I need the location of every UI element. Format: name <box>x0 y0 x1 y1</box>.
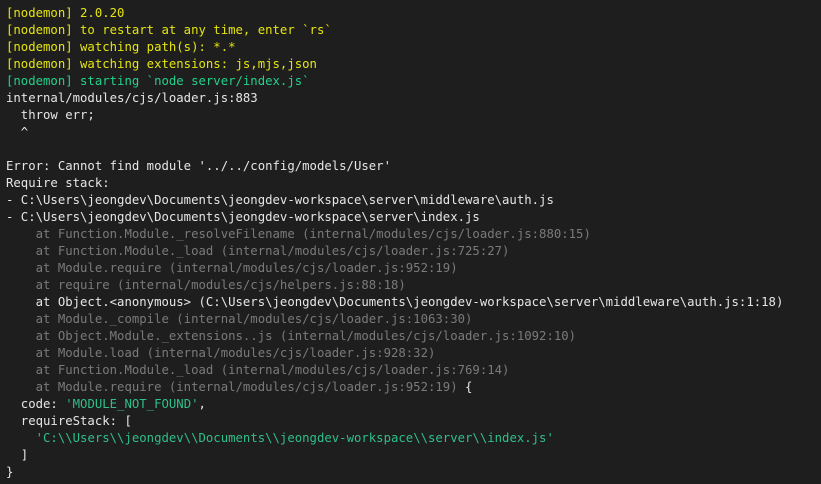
terminal-line-text: } <box>6 465 14 479</box>
terminal-line: code: 'MODULE_NOT_FOUND', <box>6 396 821 413</box>
terminal-line-text: at Object.Module._extensions..js (intern… <box>6 329 577 343</box>
terminal-line-text: [nodemon] 2.0.20 <box>6 6 125 20</box>
terminal-line-text: at Module._compile (internal/modules/cjs… <box>6 312 473 326</box>
terminal-line-text: internal/modules/cjs/loader.js:883 <box>6 91 258 105</box>
terminal-line: } <box>6 464 821 481</box>
terminal-line: [nodemon] watching extensions: js,mjs,js… <box>6 56 821 73</box>
terminal-line-text: Require stack: <box>6 176 110 190</box>
terminal-line-text: - C:\Users\jeongdev\Documents\jeongdev-w… <box>6 210 480 224</box>
terminal-line-text: requireStack: [ <box>6 414 132 428</box>
terminal-line-text: [nodemon] to restart at any time, enter … <box>6 23 332 37</box>
terminal-line: at Function.Module._load (internal/modul… <box>6 243 821 260</box>
terminal-line: - C:\Users\jeongdev\Documents\jeongdev-w… <box>6 209 821 226</box>
terminal-line: - C:\Users\jeongdev\Documents\jeongdev-w… <box>6 192 821 209</box>
terminal-line: [nodemon] starting `node server/index.js… <box>6 73 821 90</box>
terminal-line-text: at Function.Module._resolveFilename (int… <box>6 227 591 241</box>
terminal-line: at Object.Module._extensions..js (intern… <box>6 328 821 345</box>
terminal-line: throw err; <box>6 107 821 124</box>
terminal-line: internal/modules/cjs/loader.js:883 <box>6 90 821 107</box>
terminal-line: Error: Cannot find module '../../config/… <box>6 158 821 175</box>
terminal-line: at Function.Module._load (internal/modul… <box>6 362 821 379</box>
terminal-line-text: ] <box>6 448 29 462</box>
terminal-output[interactable]: [nodemon] 2.0.20 [nodemon] to restart at … <box>0 0 821 484</box>
terminal-line-text: [nodemon] starting `node server/index.js… <box>6 74 310 88</box>
terminal-line-text: at Module.load (internal/modules/cjs/loa… <box>6 346 436 360</box>
terminal-line: [nodemon] watching path(s): *.* <box>6 39 821 56</box>
terminal-line-text: [nodemon] watching extensions: js,mjs,js… <box>6 57 317 71</box>
terminal-line-text: at require (internal/modules/cjs/helpers… <box>6 278 406 292</box>
terminal-line-text: at Function.Module._load (internal/modul… <box>6 363 510 377</box>
terminal-line: ] <box>6 447 821 464</box>
terminal-line-segment: code: <box>6 397 66 411</box>
terminal-line: [nodemon] 2.0.20 <box>6 5 821 22</box>
terminal-line-text: - C:\Users\jeongdev\Documents\jeongdev-w… <box>6 193 554 207</box>
terminal-line: at Function.Module._resolveFilename (int… <box>6 226 821 243</box>
terminal-line: at Module.load (internal/modules/cjs/loa… <box>6 345 821 362</box>
terminal-line: at Module._compile (internal/modules/cjs… <box>6 311 821 328</box>
terminal-line-text: ^ <box>6 125 29 139</box>
terminal-line: requireStack: [ <box>6 413 821 430</box>
terminal-line-text: at Function.Module._load (internal/modul… <box>6 244 510 258</box>
terminal-line-text: at Module.require (internal/modules/cjs/… <box>6 261 458 275</box>
terminal-line: [nodemon] to restart at any time, enter … <box>6 22 821 39</box>
terminal-line-segment: at Module.require (internal/modules/cjs/… <box>6 380 458 394</box>
terminal-line: at Object.<anonymous> (C:\Users\jeongdev… <box>6 294 821 311</box>
terminal-line-segment <box>6 431 36 445</box>
terminal-line: Require stack: <box>6 175 821 192</box>
terminal-line: at require (internal/modules/cjs/helpers… <box>6 277 821 294</box>
terminal-line-segment: , <box>198 397 206 411</box>
terminal-line-segment: { <box>457 380 473 394</box>
terminal-line-text: throw err; <box>6 108 95 122</box>
terminal-line: 'C:\\Users\\jeongdev\\Documents\\jeongde… <box>6 430 821 447</box>
terminal-line: at Module.require (internal/modules/cjs/… <box>6 379 821 396</box>
terminal-line-segment: 'C:\\Users\\jeongdev\\Documents\\jeongde… <box>35 431 554 445</box>
terminal-line-text: [nodemon] watching path(s): *.* <box>6 40 236 54</box>
terminal-line: ^ <box>6 124 821 141</box>
terminal-line-text: Error: Cannot find module '../../config/… <box>6 159 391 173</box>
terminal-line-text: at Object.<anonymous> (C:\Users\jeongdev… <box>6 295 784 309</box>
terminal-line-segment: 'MODULE_NOT_FOUND' <box>65 397 199 411</box>
terminal-line: at Module.require (internal/modules/cjs/… <box>6 260 821 277</box>
